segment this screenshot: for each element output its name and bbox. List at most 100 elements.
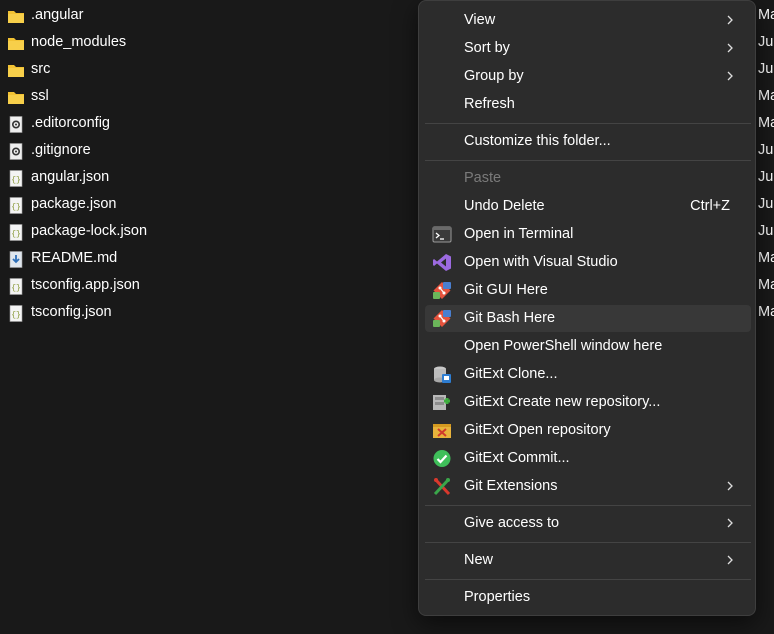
file-name: tsconfig.json xyxy=(31,304,112,320)
markdown-file-icon xyxy=(9,251,23,268)
menu-item-open-with-visual-studio[interactable]: Open with Visual Studio xyxy=(425,249,751,276)
chevron-right-icon xyxy=(727,71,733,81)
json-file-icon: {} xyxy=(9,305,23,322)
git-extensions-icon xyxy=(433,477,451,496)
menu-item-gitext-commit[interactable]: GitExt Commit... xyxy=(425,445,751,472)
menu-item-new[interactable]: New xyxy=(425,547,751,574)
file-name: .gitignore xyxy=(31,142,91,158)
menu-item-git-gui-here[interactable]: Git GUI Here xyxy=(425,277,751,304)
svg-text:{}: {} xyxy=(11,176,21,185)
menu-item-open-powershell[interactable]: Open PowerShell window here xyxy=(425,333,751,360)
gitext-open-icon xyxy=(433,424,451,438)
menu-item-label: GitExt Open repository xyxy=(464,422,611,438)
menu-item-git-extensions[interactable]: Git Extensions xyxy=(425,473,751,500)
file-row[interactable]: {} angular.json xyxy=(0,165,420,192)
menu-item-gitext-clone[interactable]: GitExt Clone... xyxy=(425,361,751,388)
menu-item-label: Git Bash Here xyxy=(464,310,556,326)
file-row[interactable]: {} tsconfig.json xyxy=(0,300,420,327)
menu-item-label: Open in Terminal xyxy=(464,226,574,242)
svg-text:{}: {} xyxy=(11,203,21,212)
menu-item-open-in-terminal[interactable]: Open in Terminal xyxy=(425,221,751,248)
menu-item-give-access-to[interactable]: Give access to xyxy=(425,510,751,537)
menu-separator xyxy=(425,579,751,580)
date-modified: Jun xyxy=(758,169,774,185)
date-modified: Jun xyxy=(758,142,774,158)
file-row[interactable]: node_modules xyxy=(0,30,420,57)
file-name: package.json xyxy=(31,196,117,212)
file-row[interactable]: {} package-lock.json xyxy=(0,219,420,246)
chevron-right-icon xyxy=(727,555,733,565)
menu-item-customize-folder[interactable]: Customize this folder... xyxy=(425,128,751,155)
json-file-icon: {} xyxy=(9,278,23,295)
file-row[interactable]: .gitignore xyxy=(0,138,420,165)
menu-item-view[interactable]: View xyxy=(425,7,751,34)
file-row[interactable]: ssl xyxy=(0,84,420,111)
file-name: node_modules xyxy=(31,34,127,50)
shortcut-label: Ctrl+Z xyxy=(690,198,730,214)
menu-item-label: View xyxy=(464,12,496,28)
menu-item-label: Git Extensions xyxy=(464,478,558,494)
svg-text:{}: {} xyxy=(11,230,21,239)
visual-studio-icon xyxy=(433,254,451,271)
date-modified: Ma xyxy=(758,304,774,320)
json-file-icon: {} xyxy=(9,170,23,187)
date-modified: Jun xyxy=(758,61,774,77)
file-row[interactable]: src xyxy=(0,57,420,84)
menu-item-gitext-create-repository[interactable]: GitExt Create new repository... xyxy=(425,389,751,416)
menu-item-label: Customize this folder... xyxy=(464,133,611,149)
menu-item-label: Group by xyxy=(464,68,524,84)
menu-item-label: GitExt Clone... xyxy=(464,366,558,382)
menu-separator xyxy=(425,160,751,161)
json-file-icon: {} xyxy=(9,224,23,241)
context-menu: View Sort by Group by Refresh Customize … xyxy=(418,0,756,616)
folder-icon xyxy=(8,65,24,77)
file-row[interactable]: {} tsconfig.app.json xyxy=(0,273,420,300)
chevron-right-icon xyxy=(727,15,733,25)
settings-file-icon xyxy=(9,143,23,160)
menu-item-gitext-open-repository[interactable]: GitExt Open repository xyxy=(425,417,751,444)
file-row[interactable]: {} package.json xyxy=(0,192,420,219)
menu-separator xyxy=(425,542,751,543)
menu-item-label: Paste xyxy=(464,170,502,186)
file-name: .angular xyxy=(31,7,84,23)
menu-item-paste: Paste xyxy=(425,165,751,192)
menu-item-git-bash-here[interactable]: Git Bash Here xyxy=(425,305,751,332)
menu-item-label: New xyxy=(464,552,494,568)
menu-item-label: GitExt Create new repository... xyxy=(464,394,661,410)
file-name: src xyxy=(31,61,51,77)
menu-item-sort-by[interactable]: Sort by xyxy=(425,35,751,62)
git-bash-icon xyxy=(433,310,451,327)
date-modified: Jun xyxy=(758,34,774,50)
menu-item-label: Give access to xyxy=(464,515,560,531)
date-modified: Ma xyxy=(758,115,774,131)
git-gui-icon xyxy=(433,282,451,299)
menu-item-label: Open PowerShell window here xyxy=(464,338,663,354)
menu-item-label: Properties xyxy=(464,589,531,605)
terminal-icon xyxy=(432,226,452,243)
file-row[interactable]: .editorconfig xyxy=(0,111,420,138)
gitext-commit-icon xyxy=(433,450,451,467)
file-name: README.md xyxy=(31,250,118,266)
chevron-right-icon xyxy=(727,481,733,491)
menu-item-undo-delete[interactable]: Undo Delete Ctrl+Z xyxy=(425,193,751,220)
menu-item-label: Undo Delete xyxy=(464,198,545,214)
svg-text:{}: {} xyxy=(11,311,21,320)
folder-icon xyxy=(8,38,24,50)
svg-text:{}: {} xyxy=(11,284,21,293)
settings-file-icon xyxy=(9,116,23,133)
date-modified: Jun xyxy=(758,223,774,239)
date-modified: Ma xyxy=(758,250,774,266)
date-modified: Jun xyxy=(758,196,774,212)
file-row[interactable]: README.md xyxy=(0,246,420,273)
menu-item-refresh[interactable]: Refresh xyxy=(425,91,751,118)
menu-item-label: Refresh xyxy=(464,96,515,112)
file-name: package-lock.json xyxy=(31,223,148,239)
menu-item-properties[interactable]: Properties xyxy=(425,584,751,611)
chevron-right-icon xyxy=(727,518,733,528)
menu-item-group-by[interactable]: Group by xyxy=(425,63,751,90)
gitext-clone-icon xyxy=(434,366,451,383)
gitext-create-icon xyxy=(433,395,450,410)
file-row[interactable]: .angular xyxy=(0,3,420,30)
menu-item-label: Open with Visual Studio xyxy=(464,254,618,270)
folder-icon xyxy=(8,92,24,104)
